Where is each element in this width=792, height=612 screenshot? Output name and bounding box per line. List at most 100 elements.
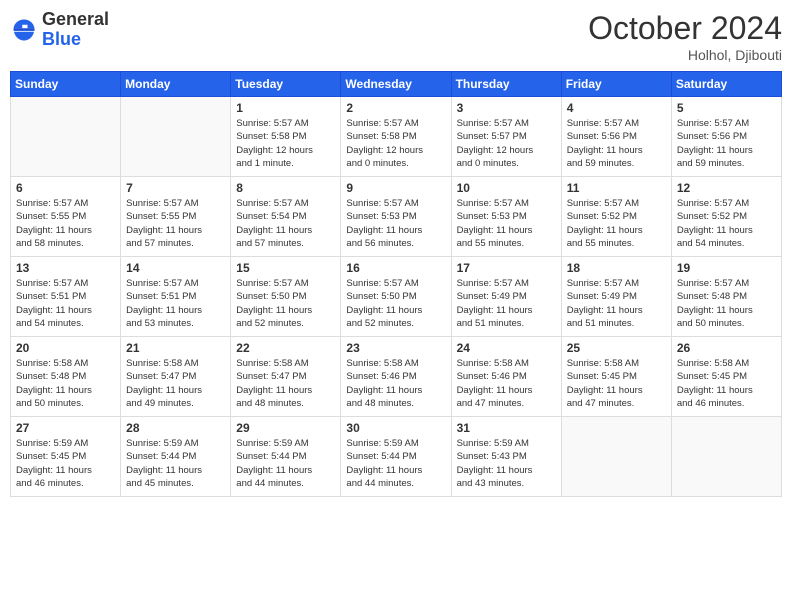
day-number: 17 (457, 261, 556, 275)
month-title: October 2024 (588, 10, 782, 47)
logo-icon (10, 16, 38, 44)
day-number: 13 (16, 261, 115, 275)
calendar-cell (121, 97, 231, 177)
calendar-cell: 13 Sunrise: 5:57 AMSunset: 5:51 PMDayligh… (11, 257, 121, 337)
calendar-cell: 4Sunrise: 5:57 AMSunset: 5:56 PMDaylight… (561, 97, 671, 177)
calendar-cell: 23 Sunrise: 5:58 AMSunset: 5:46 PMDayligh… (341, 337, 451, 417)
weekday-header-monday: Monday (121, 72, 231, 97)
day-number: 6 (16, 181, 115, 195)
calendar-cell: 19 Sunrise: 5:57 AMSunset: 5:48 PMDayligh… (671, 257, 781, 337)
day-info: Sunrise: 5:58 AMSunset: 5:47 PMDaylight:… (126, 357, 225, 410)
day-info: Sunrise: 5:58 AMSunset: 5:45 PMDaylight:… (677, 357, 776, 410)
day-info: Sunrise: 5:57 AMSunset: 5:50 PMDaylight:… (236, 277, 335, 330)
day-number: 27 (16, 421, 115, 435)
day-info: Sunrise: 5:57 AMSunset: 5:49 PMDaylight:… (567, 277, 666, 330)
day-number: 20 (16, 341, 115, 355)
day-info: Sunrise: 5:58 AMSunset: 5:48 PMDaylight:… (16, 357, 115, 410)
day-info: Sunrise: 5:57 AMSunset: 5:55 PMDaylight:… (16, 197, 115, 250)
day-number: 30 (346, 421, 445, 435)
day-info: Sunrise: 5:59 AMSunset: 5:44 PMDaylight:… (126, 437, 225, 490)
day-number: 18 (567, 261, 666, 275)
calendar-cell: 20 Sunrise: 5:58 AMSunset: 5:48 PMDayligh… (11, 337, 121, 417)
day-info: Sunrise: 5:57 AMSunset: 5:56 PMDaylight:… (677, 117, 776, 170)
day-number: 3 (457, 101, 556, 115)
day-info: Sunrise: 5:57 AMSunset: 5:55 PMDaylight:… (126, 197, 225, 250)
day-info: Sunrise: 5:57 AMSunset: 5:53 PMDaylight:… (346, 197, 445, 250)
calendar-cell: 5 Sunrise: 5:57 AMSunset: 5:56 PMDaylight… (671, 97, 781, 177)
calendar-cell: 21Sunrise: 5:58 AMSunset: 5:47 PMDayligh… (121, 337, 231, 417)
day-number: 16 (346, 261, 445, 275)
calendar-cell: 12 Sunrise: 5:57 AMSunset: 5:52 PMDayligh… (671, 177, 781, 257)
calendar-cell: 2 Sunrise: 5:57 AMSunset: 5:58 PMDaylight… (341, 97, 451, 177)
day-number: 8 (236, 181, 335, 195)
day-info: Sunrise: 5:58 AMSunset: 5:46 PMDaylight:… (346, 357, 445, 410)
weekday-header-sunday: Sunday (11, 72, 121, 97)
calendar-cell: 15Sunrise: 5:57 AMSunset: 5:50 PMDayligh… (231, 257, 341, 337)
day-info: Sunrise: 5:57 AMSunset: 5:52 PMDaylight:… (567, 197, 666, 250)
calendar-cell: 7 Sunrise: 5:57 AMSunset: 5:55 PMDaylight… (121, 177, 231, 257)
calendar-cell (671, 417, 781, 497)
day-info: Sunrise: 5:59 AMSunset: 5:44 PMDaylight:… (236, 437, 335, 490)
calendar-cell (11, 97, 121, 177)
calendar-cell: 1 Sunrise: 5:57 AMSunset: 5:58 PMDaylight… (231, 97, 341, 177)
day-number: 14 (126, 261, 225, 275)
day-info: Sunrise: 5:59 AMSunset: 5:44 PMDaylight:… (346, 437, 445, 490)
day-number: 9 (346, 181, 445, 195)
calendar-cell: 22Sunrise: 5:58 AMSunset: 5:47 PMDayligh… (231, 337, 341, 417)
logo: General Blue (10, 10, 109, 50)
calendar-cell (561, 417, 671, 497)
day-info: Sunrise: 5:59 AMSunset: 5:45 PMDaylight:… (16, 437, 115, 490)
logo-text: General Blue (42, 10, 109, 50)
day-info: Sunrise: 5:57 AMSunset: 5:57 PMDaylight:… (457, 117, 556, 170)
day-info: Sunrise: 5:57 AMSunset: 5:50 PMDaylight:… (346, 277, 445, 330)
day-number: 24 (457, 341, 556, 355)
day-number: 7 (126, 181, 225, 195)
day-number: 26 (677, 341, 776, 355)
weekday-header-friday: Friday (561, 72, 671, 97)
day-info: Sunrise: 5:59 AMSunset: 5:43 PMDaylight:… (457, 437, 556, 490)
day-number: 2 (346, 101, 445, 115)
day-number: 19 (677, 261, 776, 275)
week-row-5: 27 Sunrise: 5:59 AMSunset: 5:45 PMDayligh… (11, 417, 782, 497)
day-info: Sunrise: 5:57 AMSunset: 5:54 PMDaylight:… (236, 197, 335, 250)
weekday-header-row: SundayMondayTuesdayWednesdayThursdayFrid… (11, 72, 782, 97)
page-header: General Blue October 2024 Holhol, Djibou… (10, 10, 782, 63)
day-info: Sunrise: 5:57 AMSunset: 5:51 PMDaylight:… (16, 277, 115, 330)
day-info: Sunrise: 5:58 AMSunset: 5:47 PMDaylight:… (236, 357, 335, 410)
day-info: Sunrise: 5:58 AMSunset: 5:45 PMDaylight:… (567, 357, 666, 410)
day-number: 31 (457, 421, 556, 435)
day-info: Sunrise: 5:57 AMSunset: 5:48 PMDaylight:… (677, 277, 776, 330)
calendar-cell: 28Sunrise: 5:59 AMSunset: 5:44 PMDayligh… (121, 417, 231, 497)
day-number: 29 (236, 421, 335, 435)
day-number: 4 (567, 101, 666, 115)
calendar-cell: 24 Sunrise: 5:58 AMSunset: 5:46 PMDayligh… (451, 337, 561, 417)
week-row-3: 13 Sunrise: 5:57 AMSunset: 5:51 PMDayligh… (11, 257, 782, 337)
day-number: 11 (567, 181, 666, 195)
week-row-1: 1 Sunrise: 5:57 AMSunset: 5:58 PMDaylight… (11, 97, 782, 177)
weekday-header-wednesday: Wednesday (341, 72, 451, 97)
day-number: 1 (236, 101, 335, 115)
week-row-2: 6 Sunrise: 5:57 AMSunset: 5:55 PMDaylight… (11, 177, 782, 257)
day-number: 5 (677, 101, 776, 115)
day-info: Sunrise: 5:58 AMSunset: 5:46 PMDaylight:… (457, 357, 556, 410)
day-number: 23 (346, 341, 445, 355)
calendar-cell: 18 Sunrise: 5:57 AMSunset: 5:49 PMDayligh… (561, 257, 671, 337)
calendar-cell: 3 Sunrise: 5:57 AMSunset: 5:57 PMDaylight… (451, 97, 561, 177)
day-number: 12 (677, 181, 776, 195)
calendar-cell: 26 Sunrise: 5:58 AMSunset: 5:45 PMDayligh… (671, 337, 781, 417)
calendar-cell: 25 Sunrise: 5:58 AMSunset: 5:45 PMDayligh… (561, 337, 671, 417)
title-block: October 2024 Holhol, Djibouti (588, 10, 782, 63)
calendar-cell: 31 Sunrise: 5:59 AMSunset: 5:43 PMDayligh… (451, 417, 561, 497)
day-info: Sunrise: 5:57 AMSunset: 5:49 PMDaylight:… (457, 277, 556, 330)
calendar-cell: 27 Sunrise: 5:59 AMSunset: 5:45 PMDayligh… (11, 417, 121, 497)
day-info: Sunrise: 5:57 AMSunset: 5:52 PMDaylight:… (677, 197, 776, 250)
calendar-cell: 14Sunrise: 5:57 AMSunset: 5:51 PMDayligh… (121, 257, 231, 337)
calendar-cell: 9 Sunrise: 5:57 AMSunset: 5:53 PMDaylight… (341, 177, 451, 257)
day-info: Sunrise: 5:57 AMSunset: 5:58 PMDaylight:… (236, 117, 335, 170)
calendar-cell: 6 Sunrise: 5:57 AMSunset: 5:55 PMDaylight… (11, 177, 121, 257)
day-number: 25 (567, 341, 666, 355)
calendar-cell: 17 Sunrise: 5:57 AMSunset: 5:49 PMDayligh… (451, 257, 561, 337)
day-number: 10 (457, 181, 556, 195)
day-info: Sunrise: 5:57 AMSunset: 5:58 PMDaylight:… (346, 117, 445, 170)
location: Holhol, Djibouti (588, 47, 782, 63)
